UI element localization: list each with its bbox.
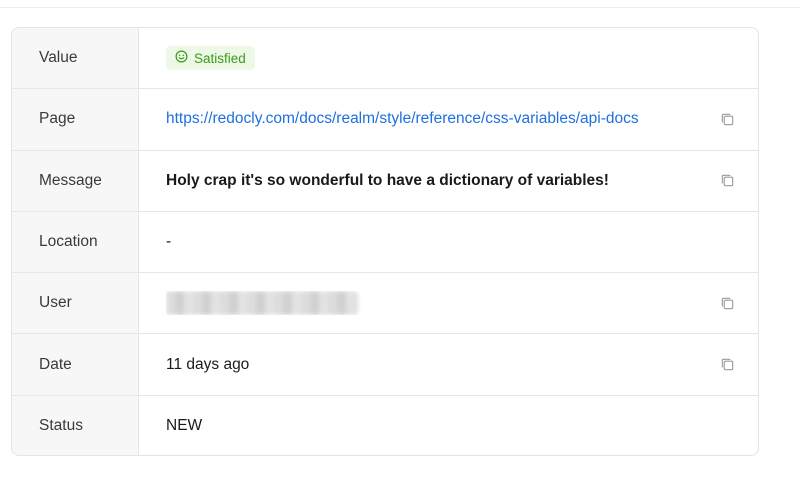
- row-user: User: [12, 273, 758, 335]
- row-label: User: [12, 273, 139, 334]
- row-status: Status NEW: [12, 395, 758, 455]
- row-location: Location -: [12, 211, 758, 274]
- row-label: Date: [12, 334, 139, 395]
- message-text: Holy crap it's so wonderful to have a di…: [166, 171, 609, 189]
- row-value-cell: 11 days ago: [139, 334, 758, 394]
- row-label: Page: [12, 89, 139, 150]
- row-value-cell: https://redocly.com/docs/realm/style/ref…: [139, 89, 758, 149]
- copy-icon[interactable]: [718, 172, 736, 190]
- row-value-cell: Holy crap it's so wonderful to have a di…: [139, 151, 758, 211]
- row-value-cell: Satisfied: [139, 28, 758, 88]
- row-label: Value: [12, 28, 139, 89]
- redacted-user: [166, 291, 358, 316]
- satisfied-badge: Satisfied: [166, 46, 255, 71]
- row-value-cell: -: [139, 212, 758, 272]
- copy-icon[interactable]: [718, 110, 736, 128]
- page-link[interactable]: https://redocly.com/docs/realm/style/ref…: [166, 110, 639, 127]
- badge-label: Satisfied: [194, 50, 246, 66]
- row-value-cell: NEW: [139, 396, 758, 455]
- row-value-cell: [139, 273, 758, 333]
- date-text: 11 days ago: [166, 355, 250, 373]
- row-value: Value Satisfied: [12, 28, 758, 90]
- top-divider: [0, 7, 800, 8]
- copy-icon[interactable]: [718, 356, 736, 374]
- status-text: NEW: [166, 417, 203, 435]
- row-label: Status: [12, 395, 139, 455]
- feedback-detail-table: Value Satisfied Page https://redocly.com…: [11, 27, 759, 456]
- row-page: Page https://redocly.com/docs/realm/styl…: [12, 89, 758, 151]
- row-date: Date 11 days ago: [12, 334, 758, 396]
- row-label: Location: [12, 211, 139, 273]
- row-message: Message Holy crap it's so wonderful to h…: [12, 150, 758, 212]
- row-label: Message: [12, 150, 139, 211]
- location-text: -: [166, 233, 172, 251]
- smile-icon: [175, 50, 188, 66]
- copy-icon[interactable]: [718, 294, 736, 312]
